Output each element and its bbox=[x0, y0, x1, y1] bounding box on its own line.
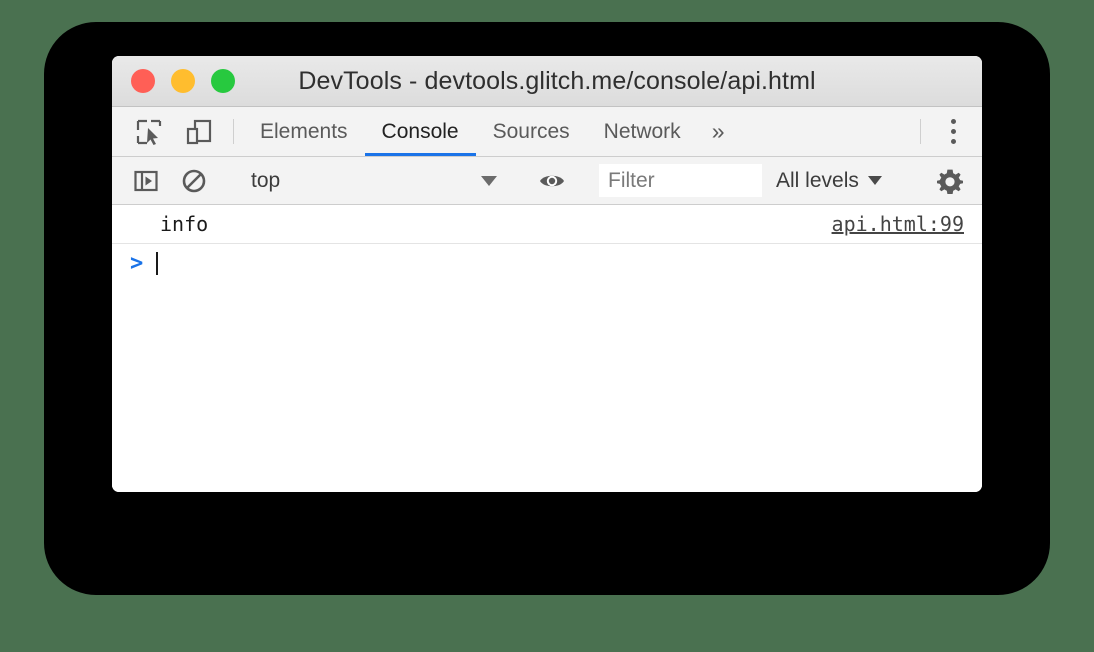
prompt-chevron-icon: > bbox=[130, 250, 144, 276]
tab-sources-label: Sources bbox=[492, 119, 570, 143]
tab-console[interactable]: Console bbox=[364, 107, 476, 156]
menu-dot bbox=[950, 129, 956, 134]
tab-network-label: Network bbox=[603, 119, 681, 143]
console-message-text: info bbox=[160, 212, 209, 236]
clear-console-icon[interactable] bbox=[170, 157, 218, 205]
tab-overflow-button[interactable]: » bbox=[698, 107, 739, 156]
tab-elements[interactable]: Elements bbox=[243, 107, 365, 156]
console-message-area[interactable]: info api.html:99 > bbox=[112, 205, 982, 492]
window-title: DevTools - devtools.glitch.me/console/ap… bbox=[298, 66, 816, 95]
menu-dot bbox=[950, 119, 956, 124]
menu-dot bbox=[950, 139, 956, 144]
chevron-down-icon bbox=[481, 175, 497, 186]
text-caret bbox=[156, 251, 158, 275]
device-toolbar-icon[interactable] bbox=[174, 107, 224, 156]
execution-context-value: top bbox=[251, 168, 281, 192]
tab-elements-label: Elements bbox=[260, 119, 348, 143]
gear-icon[interactable] bbox=[926, 157, 974, 205]
chevron-double-right-icon: » bbox=[711, 118, 725, 144]
live-expression-eye-icon[interactable] bbox=[528, 157, 576, 205]
tab-sources[interactable]: Sources bbox=[476, 107, 587, 156]
console-message-source-link[interactable]: api.html:99 bbox=[832, 212, 964, 236]
devtools-window: DevTools - devtools.glitch.me/console/ap… bbox=[112, 56, 982, 492]
more-vertical-icon[interactable] bbox=[930, 107, 976, 156]
tab-console-label: Console bbox=[381, 119, 459, 143]
console-toolbar: top All levels bbox=[112, 157, 982, 205]
console-message-row[interactable]: info api.html:99 bbox=[112, 205, 982, 244]
log-level-label: All levels bbox=[776, 168, 859, 192]
chevron-down-icon bbox=[867, 176, 882, 185]
execution-context-selector[interactable]: top bbox=[237, 157, 509, 205]
tabbar-divider-1 bbox=[233, 119, 234, 144]
inspect-element-icon[interactable] bbox=[124, 107, 174, 156]
filter-input[interactable] bbox=[599, 164, 762, 197]
console-prompt-row[interactable]: > bbox=[112, 244, 982, 282]
console-sidebar-icon[interactable] bbox=[122, 157, 170, 205]
tab-network[interactable]: Network bbox=[587, 107, 698, 156]
log-level-selector[interactable]: All levels bbox=[762, 169, 896, 193]
window-titlebar: DevTools - devtools.glitch.me/console/ap… bbox=[112, 56, 982, 107]
tabbar-spacer bbox=[738, 107, 911, 156]
devtools-tabbar: Elements Console Sources Network » bbox=[112, 107, 982, 157]
tabbar-divider-2 bbox=[920, 119, 921, 144]
